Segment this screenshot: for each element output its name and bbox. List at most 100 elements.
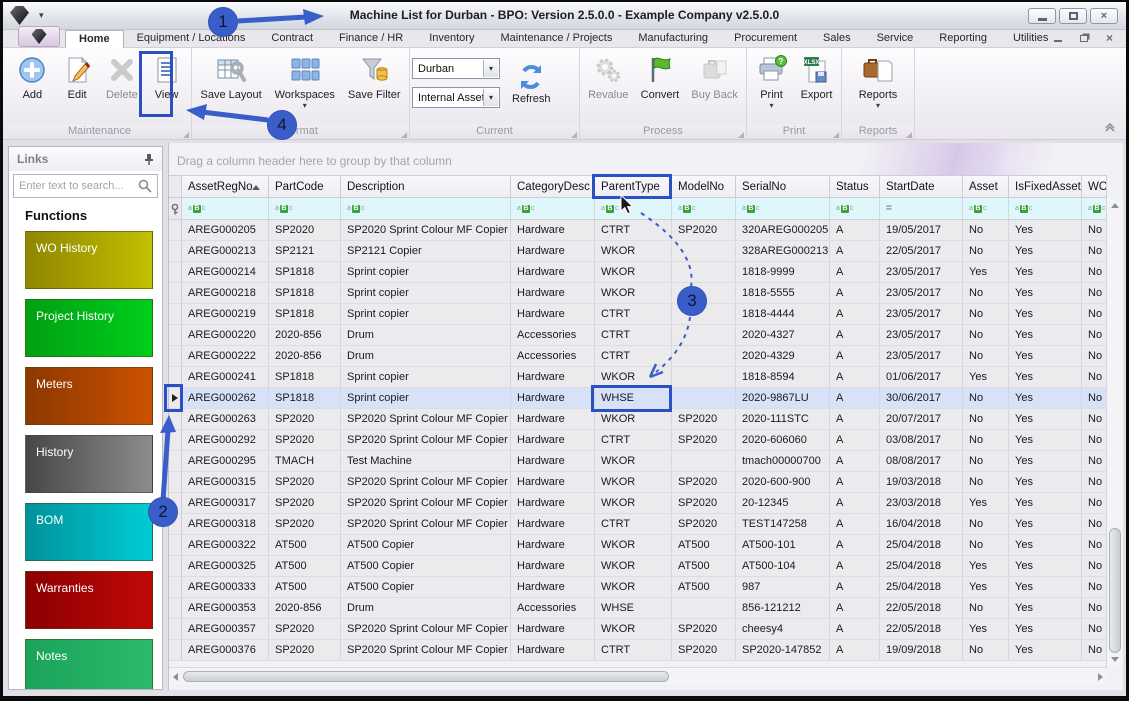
cell-serialno[interactable]: tmach00000700 bbox=[736, 451, 830, 471]
cell-description[interactable]: SP2020 Sprint Colour MF Copier bbox=[341, 514, 511, 534]
cell-categorydesc[interactable]: Hardware bbox=[511, 577, 595, 597]
cell-status[interactable]: A bbox=[830, 220, 880, 240]
row-indicator[interactable] bbox=[169, 304, 182, 324]
cell-assetregno[interactable]: AREG000317 bbox=[182, 493, 269, 513]
cell-isfixedasset[interactable]: Yes bbox=[1009, 409, 1082, 429]
table-row[interactable]: AREG000262SP1818Sprint copierHardwareWHS… bbox=[169, 388, 1107, 409]
cell-serialno[interactable]: TEST147258 bbox=[736, 514, 830, 534]
cell-status[interactable]: A bbox=[830, 367, 880, 387]
delete-button[interactable]: Delete bbox=[101, 50, 143, 101]
cell-partcode[interactable]: SP2020 bbox=[269, 430, 341, 450]
cell-isfixedasset[interactable]: Yes bbox=[1009, 430, 1082, 450]
application-menu-button[interactable] bbox=[18, 26, 60, 47]
cell-description[interactable]: Sprint copier bbox=[341, 388, 511, 408]
cell-startdate[interactable]: 25/04/2018 bbox=[880, 577, 963, 597]
cell-serialno[interactable]: cheesy4 bbox=[736, 619, 830, 639]
cell-parenttype[interactable]: WKOR bbox=[595, 241, 672, 261]
cell-parenttype[interactable]: CTRT bbox=[595, 430, 672, 450]
cell-woattach[interactable]: No bbox=[1082, 388, 1107, 408]
cell-woattach[interactable]: No bbox=[1082, 640, 1107, 660]
cell-description[interactable]: Sprint copier bbox=[341, 367, 511, 387]
cell-assetregno[interactable]: AREG000262 bbox=[182, 388, 269, 408]
cell-status[interactable]: A bbox=[830, 640, 880, 660]
cell-assetregno[interactable]: AREG000214 bbox=[182, 262, 269, 282]
cell-description[interactable]: Drum bbox=[341, 598, 511, 618]
cell-asset[interactable]: No bbox=[963, 241, 1009, 261]
cell-categorydesc[interactable]: Accessories bbox=[511, 598, 595, 618]
cell-assetregno[interactable]: AREG000222 bbox=[182, 346, 269, 366]
cell-asset[interactable]: Yes bbox=[963, 619, 1009, 639]
cell-parenttype[interactable]: WKOR bbox=[595, 535, 672, 555]
cell-parenttype[interactable]: WKOR bbox=[595, 451, 672, 471]
table-row[interactable]: AREG000292SP2020SP2020 Sprint Colour MF … bbox=[169, 430, 1107, 451]
cell-assetregno[interactable]: AREG000219 bbox=[182, 304, 269, 324]
table-row[interactable]: AREG000219SP1818Sprint copierHardwareCTR… bbox=[169, 304, 1107, 325]
row-indicator[interactable] bbox=[169, 367, 182, 387]
cell-woattach[interactable]: No bbox=[1082, 409, 1107, 429]
view-button[interactable]: View bbox=[146, 50, 188, 101]
cell-modelno[interactable] bbox=[672, 598, 736, 618]
cell-partcode[interactable]: SP2020 bbox=[269, 640, 341, 660]
cell-modelno[interactable] bbox=[672, 304, 736, 324]
table-row[interactable]: AREG000213SP2121SP2121 CopierHardwareWKO… bbox=[169, 241, 1107, 262]
filter-cell-serialno[interactable]: aBc bbox=[736, 198, 830, 219]
table-row[interactable]: AREG000315SP2020SP2020 Sprint Colour MF … bbox=[169, 472, 1107, 493]
cell-isfixedasset[interactable]: Yes bbox=[1009, 514, 1082, 534]
cell-isfixedasset[interactable]: Yes bbox=[1009, 556, 1082, 576]
cell-modelno[interactable] bbox=[672, 388, 736, 408]
cell-startdate[interactable]: 23/05/2017 bbox=[880, 304, 963, 324]
cell-parenttype[interactable]: WHSE bbox=[595, 598, 672, 618]
cell-modelno[interactable] bbox=[672, 325, 736, 345]
vertical-scroll-thumb[interactable] bbox=[1109, 528, 1121, 653]
cell-isfixedasset[interactable]: Yes bbox=[1009, 304, 1082, 324]
cell-assetregno[interactable]: AREG000315 bbox=[182, 472, 269, 492]
row-indicator[interactable] bbox=[169, 325, 182, 345]
table-row[interactable]: AREG000263SP2020SP2020 Sprint Colour MF … bbox=[169, 409, 1107, 430]
cell-assetregno[interactable]: AREG000295 bbox=[182, 451, 269, 471]
cell-serialno[interactable]: 987 bbox=[736, 577, 830, 597]
cell-isfixedasset[interactable]: Yes bbox=[1009, 535, 1082, 555]
table-row[interactable]: AREG000295TMACHTest MachineHardwareWKORt… bbox=[169, 451, 1107, 472]
tab-sales[interactable]: Sales bbox=[810, 30, 864, 48]
branch-combo-dropdown-icon[interactable]: ▾ bbox=[483, 60, 498, 77]
cell-status[interactable]: A bbox=[830, 451, 880, 471]
cell-isfixedasset[interactable]: Yes bbox=[1009, 598, 1082, 618]
add-button[interactable]: Add bbox=[11, 50, 53, 101]
search-icon[interactable] bbox=[137, 178, 153, 194]
row-indicator[interactable] bbox=[169, 640, 182, 660]
cell-woattach[interactable]: No bbox=[1082, 430, 1107, 450]
cell-serialno[interactable]: 20-12345 bbox=[736, 493, 830, 513]
cell-parenttype[interactable]: WKOR bbox=[595, 367, 672, 387]
row-indicator[interactable] bbox=[169, 535, 182, 555]
cell-categorydesc[interactable]: Hardware bbox=[511, 388, 595, 408]
tab-home[interactable]: Home bbox=[65, 30, 124, 48]
cell-partcode[interactable]: SP2020 bbox=[269, 220, 341, 240]
cell-parenttype[interactable]: CTRT bbox=[595, 304, 672, 324]
cell-woattach[interactable]: No bbox=[1082, 619, 1107, 639]
row-indicator[interactable] bbox=[169, 388, 182, 408]
cell-partcode[interactable]: 2020-856 bbox=[269, 325, 341, 345]
cell-parenttype[interactable]: WKOR bbox=[595, 493, 672, 513]
table-row[interactable]: AREG000205SP2020SP2020 Sprint Colour MF … bbox=[169, 220, 1107, 241]
cell-isfixedasset[interactable]: Yes bbox=[1009, 262, 1082, 282]
tab-maintenance-projects[interactable]: Maintenance / Projects bbox=[487, 30, 625, 48]
cell-status[interactable]: A bbox=[830, 556, 880, 576]
save-layout-button[interactable]: Save Layout bbox=[196, 50, 265, 110]
cell-modelno[interactable]: SP2020 bbox=[672, 472, 736, 492]
cell-asset[interactable]: No bbox=[963, 514, 1009, 534]
cell-startdate[interactable]: 25/04/2018 bbox=[880, 556, 963, 576]
row-indicator[interactable] bbox=[169, 472, 182, 492]
print-button[interactable]: ? Print ▾ bbox=[751, 50, 793, 110]
cell-startdate[interactable]: 19/09/2018 bbox=[880, 640, 963, 660]
row-indicator[interactable] bbox=[169, 577, 182, 597]
cell-isfixedasset[interactable]: Yes bbox=[1009, 472, 1082, 492]
cell-categorydesc[interactable]: Hardware bbox=[511, 430, 595, 450]
pin-icon[interactable] bbox=[144, 153, 154, 165]
cell-modelno[interactable] bbox=[672, 241, 736, 261]
dialog-launcher-icon[interactable] bbox=[401, 132, 407, 138]
cell-status[interactable]: A bbox=[830, 346, 880, 366]
row-indicator[interactable] bbox=[169, 283, 182, 303]
cell-isfixedasset[interactable]: Yes bbox=[1009, 619, 1082, 639]
cell-partcode[interactable]: SP2121 bbox=[269, 241, 341, 261]
filter-cell-status[interactable]: aBc bbox=[830, 198, 880, 219]
